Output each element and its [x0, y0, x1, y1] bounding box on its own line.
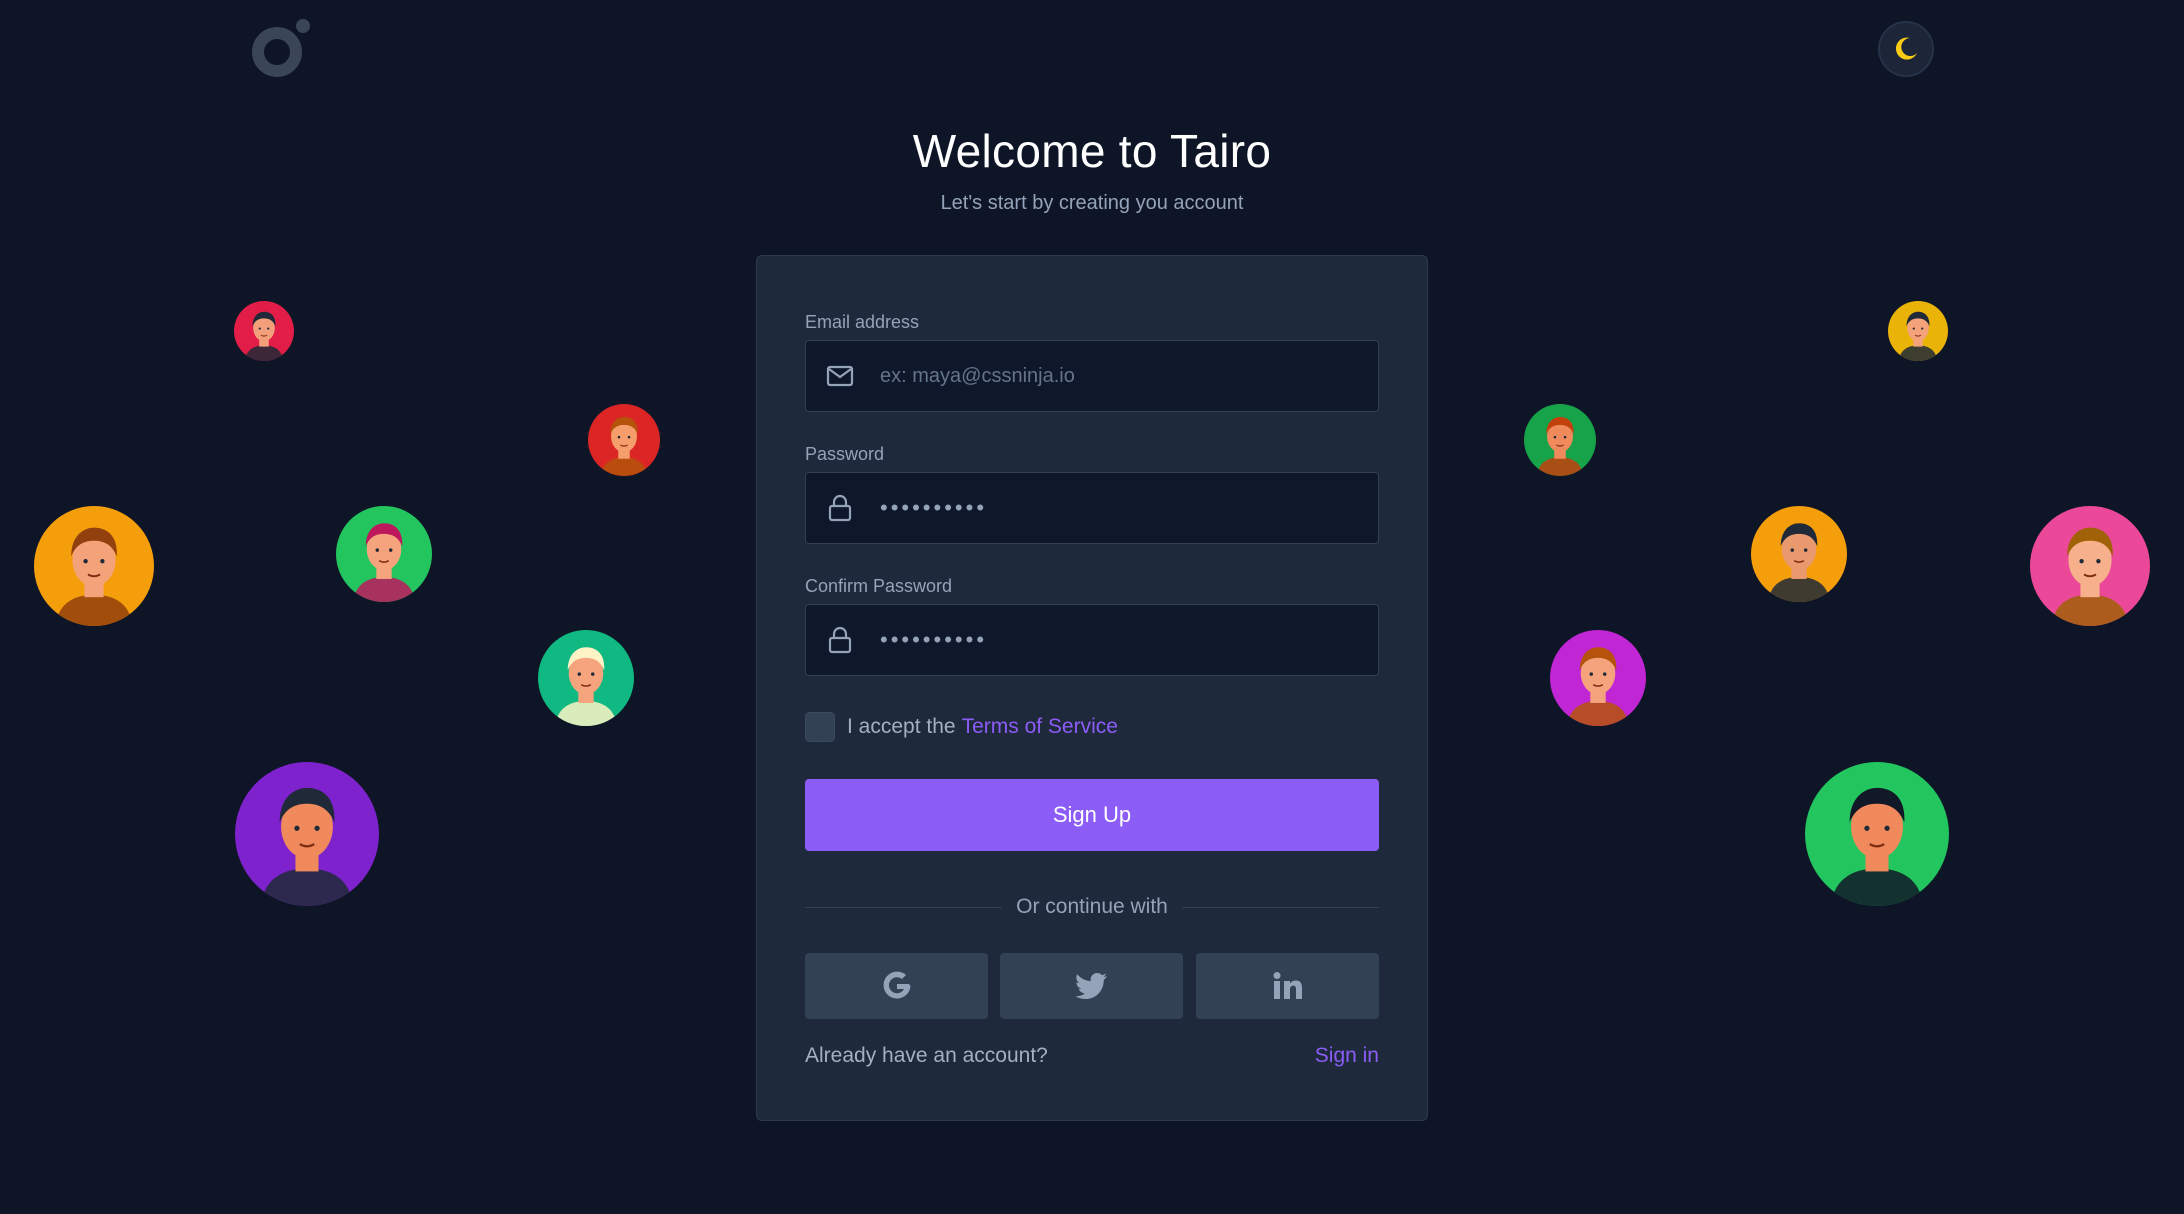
linkedin-icon — [1273, 972, 1302, 999]
avatar — [234, 301, 294, 361]
twitter-login-button[interactable] — [1000, 953, 1183, 1019]
avatar — [1805, 762, 1949, 906]
terms-checkbox[interactable] — [805, 712, 835, 742]
lock-icon — [800, 494, 880, 522]
terms-row: I accept the Terms of Service — [805, 712, 1118, 742]
email-label: Email address — [805, 312, 920, 332]
avatar — [538, 630, 634, 726]
theme-toggle-button[interactable] — [1878, 21, 1934, 77]
avatar — [34, 506, 154, 626]
avatar — [1751, 506, 1847, 602]
confirm-password-label: Confirm Password — [805, 576, 953, 596]
google-login-button[interactable] — [805, 953, 988, 1019]
avatar — [1550, 630, 1646, 726]
already-have-account-text: Already have an account? — [805, 1044, 1048, 1067]
email-input[interactable] — [880, 341, 1378, 411]
google-icon — [883, 971, 910, 999]
sign-in-link[interactable]: Sign in — [1315, 1044, 1379, 1068]
mail-icon — [800, 365, 880, 387]
tairo-logo-icon[interactable] — [251, 16, 313, 80]
linkedin-login-button[interactable] — [1196, 953, 1379, 1019]
password-field-wrapper: •••••••••• — [805, 472, 1379, 544]
divider-line — [805, 906, 1003, 908]
terms-text: I accept the — [847, 715, 956, 738]
page-heading: Welcome to Tairo Let's start by creating… — [0, 124, 2184, 215]
avatar — [235, 762, 379, 906]
divider-text: Or continue with — [1016, 895, 1168, 918]
avatar — [336, 506, 432, 602]
avatar — [588, 404, 660, 476]
avatar — [1888, 301, 1948, 361]
confirm-password-field-wrapper: •••••••••• — [805, 604, 1379, 676]
email-field-wrapper — [805, 340, 1379, 412]
continue-with-divider: Or continue with — [805, 892, 1379, 922]
signup-card: Email address Password •••••••••• Confir… — [756, 255, 1428, 1121]
avatar — [1524, 404, 1596, 476]
terms-of-service-link[interactable]: Terms of Service — [962, 715, 1118, 739]
moon-icon — [1895, 37, 1917, 60]
divider-line — [1181, 906, 1379, 908]
twitter-icon — [1075, 973, 1107, 999]
lock-icon — [800, 626, 880, 654]
avatar — [2030, 506, 2150, 626]
page-title: Welcome to Tairo — [912, 125, 1272, 177]
password-input[interactable]: •••••••••• — [880, 495, 987, 521]
page-subtitle: Let's start by creating you account — [940, 192, 1244, 214]
confirm-password-input[interactable]: •••••••••• — [880, 627, 987, 653]
signup-page: Welcome to Tairo Let's start by creating… — [0, 0, 2184, 1214]
password-label: Password — [805, 444, 885, 464]
sign-up-button[interactable]: Sign Up — [805, 779, 1379, 851]
